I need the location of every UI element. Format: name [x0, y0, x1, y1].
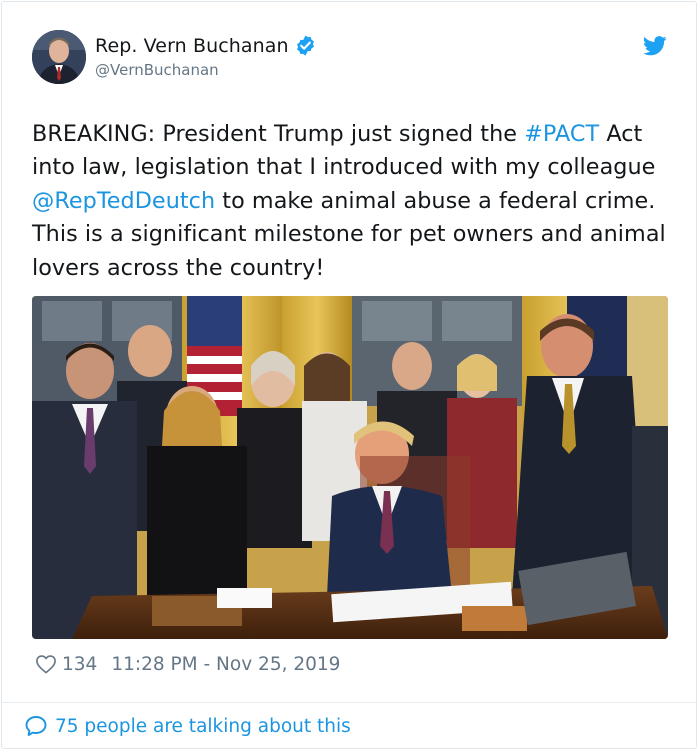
like-count[interactable]: 134	[62, 654, 97, 675]
speech-bubble-icon	[25, 716, 47, 736]
divider	[1, 702, 697, 703]
tweet-text-part: BREAKING: President Trump just signed th…	[32, 121, 525, 147]
heart-icon[interactable]	[35, 654, 57, 674]
avatar[interactable]	[32, 30, 86, 84]
author-name-row[interactable]: Rep. Vern Buchanan	[95, 34, 317, 57]
author-name[interactable]: Rep. Vern Buchanan	[95, 35, 289, 57]
author-handle[interactable]: @VernBuchanan	[95, 61, 219, 79]
twitter-bird-icon[interactable]	[643, 36, 667, 56]
tweet-text: BREAKING: President Trump just signed th…	[32, 118, 672, 285]
verified-badge-icon	[296, 35, 314, 56]
tweet-meta: 134 11:28 PM - Nov 25, 2019	[35, 652, 340, 676]
hashtag-link[interactable]: #PACT	[524, 121, 599, 147]
conversation-text[interactable]: 75 people are talking about this	[55, 716, 351, 737]
oval-office-signing-photo	[32, 296, 668, 639]
tweet-photo[interactable]	[32, 296, 668, 639]
tweet-timestamp[interactable]: 11:28 PM - Nov 25, 2019	[111, 654, 340, 675]
mention-link[interactable]: @RepTedDeutch	[32, 188, 215, 214]
avatar-photo	[32, 30, 86, 84]
tweet-header: Rep. Vern Buchanan @VernBuchanan	[32, 30, 672, 90]
conversation-link[interactable]: 75 people are talking about this	[24, 714, 351, 738]
